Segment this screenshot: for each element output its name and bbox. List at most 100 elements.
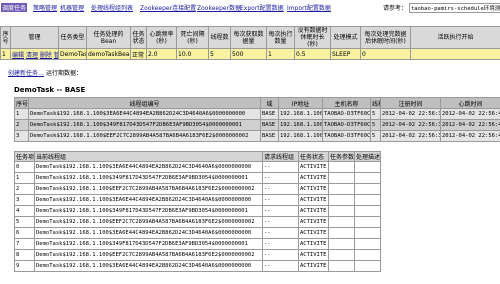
cell: DemoTask$192.168.1.100$EEF2C7C2899AB4A58… [34, 183, 263, 195]
cell: ACTIVITE [298, 172, 329, 184]
nav-item-strategy[interactable]: 策略管理 [33, 3, 57, 12]
table-row[interactable]: 4 DemoTask$192.168.1.100$349F817D43D547F2… [14, 205, 381, 217]
cell [354, 249, 381, 261]
cell: ACTIVITE [298, 216, 329, 228]
nav-item-zk-data[interactable]: Zookeeper数据 [197, 3, 241, 12]
cell: 192.168.1.100 [278, 108, 323, 120]
col-header: 任务状态 [130, 26, 147, 49]
bean-name: demoTaskBean [86, 48, 131, 60]
table-row[interactable]: 9 DemoTask$192.168.1.100$3EA6E44C4894EA2B… [14, 260, 381, 272]
table-row[interactable]: 2 DemoTask$192.168.1.100$349F817D43D547F… [14, 119, 500, 131]
cell: -- [262, 249, 299, 261]
col-header: 心跳时间 [440, 97, 500, 109]
create-task-link[interactable]: 创建新任务… [8, 70, 44, 77]
delete-link[interactable]: 删除 [40, 52, 52, 59]
cell [354, 216, 381, 228]
strategy-header-row: 序号 管理 任务类型 任务处理的Bean 任务状态 心跳频率(秒) 死亡间隔(秒… [0, 26, 500, 49]
col-header: 任务项 [14, 151, 35, 162]
active-start [410, 48, 500, 60]
col-header: 任务状态 [298, 151, 329, 162]
cell [328, 161, 355, 173]
cell [354, 205, 381, 217]
col-header: 活跃执行开始 [410, 26, 500, 49]
cell: 1 [14, 172, 35, 184]
cell: ACTIVITE [298, 260, 329, 272]
cell: 7 [14, 238, 35, 250]
cell: -- [262, 183, 299, 195]
table-row[interactable]: 5 DemoTask$192.168.1.100$EEF2C7C2899AB4A5… [14, 216, 381, 228]
col-header: IP地址 [278, 97, 323, 109]
cell: 5 [370, 130, 381, 142]
cell: 192.168.1.100 [278, 119, 323, 131]
cell [328, 183, 355, 195]
cell [328, 227, 355, 239]
server-header-row: 序号 线程组编号 域 IP地址 主机名称 线程 注册时间 心跳时间 [14, 97, 500, 109]
table-row[interactable]: 1 DemoTask$192.168.1.100$3EA6E44C4894EA2… [14, 108, 500, 120]
table-row[interactable]: 7 DemoTask$192.168.1.100$349F817D43D547F2… [14, 238, 381, 250]
cell: -- [262, 216, 299, 228]
col-header: 请求线程组 [262, 151, 299, 162]
cell: 5 [370, 108, 381, 120]
nav-item-thread-groups[interactable]: 处理线程组列表 [91, 3, 133, 12]
cell: -- [262, 227, 299, 239]
cell: 3 [14, 130, 29, 142]
cell: 2012-04-02 22:56:48 [440, 130, 500, 142]
env-select[interactable]: taobao-pamirs-schedule环境测试 [408, 3, 500, 13]
cell: DemoTask$192.168.1.100$349F817D43D547F2D… [34, 238, 263, 250]
nav-item-zk-config[interactable]: Zookeeper连接配置 [140, 3, 196, 12]
process-mode: SLEEP [330, 48, 361, 60]
clear-link[interactable]: 清理 [26, 52, 38, 59]
col-header: 线程组编号 [28, 97, 261, 109]
pause-link[interactable]: 暂停 [54, 52, 58, 59]
cell: TAOBAO-D3TF60C [322, 119, 371, 131]
add-task-row: 创建新任务… 运行期数据： [8, 68, 82, 77]
cell [354, 227, 381, 239]
table-row[interactable]: 0 DemoTask$192.168.1.100$3EA6E44C4894EA2B… [14, 161, 381, 173]
strategy-table: 序号 管理 任务类型 任务处理的Bean 任务状态 心跳频率(秒) 死亡间隔(秒… [0, 26, 500, 60]
cell [354, 238, 381, 250]
cell: BASE [260, 130, 279, 142]
cell [354, 161, 381, 173]
cell [354, 260, 381, 272]
death-interval: 10.0 [176, 48, 209, 60]
section-title: DemoTask -- BASE [14, 86, 86, 94]
task-header-row: 任务项 当前线程组 请求线程组 任务状态 任务参数 处理描述 [14, 151, 381, 162]
cell: 2012-04-02 22:56:38.0 [380, 130, 441, 142]
table-row[interactable]: 6 DemoTask$192.168.1.100$3EA6E44C4894EA2B… [14, 227, 381, 239]
table-row[interactable]: 3 DemoTask$192.168.1.100$3EA6E44C4894EA2B… [14, 194, 381, 206]
cell: 8 [14, 249, 35, 261]
cell: DemoTask$192.168.1.100$349F817D43D547F2D… [28, 119, 261, 131]
col-header: 死亡间隔(秒) [176, 26, 209, 49]
cell: 2 [14, 183, 35, 195]
cell: 1 [14, 108, 29, 120]
thread-group-table: 序号 线程组编号 域 IP地址 主机名称 线程 注册时间 心跳时间 1 Demo… [14, 97, 500, 142]
nav-item-schedule-tasks[interactable]: 调度任务 [1, 3, 28, 12]
col-header: 注册时间 [380, 97, 441, 109]
table-row[interactable]: 8 DemoTask$192.168.1.100$EEF2C7C2899AB4A5… [14, 249, 381, 261]
col-header: 处理描述 [354, 151, 381, 162]
cell: 2012-04-02 22:56:38.0 [380, 108, 441, 120]
cell: 9 [14, 260, 35, 272]
col-header: 处理模式 [330, 26, 361, 49]
nav-item-machines[interactable]: 机器管理 [60, 3, 84, 12]
edit-link[interactable]: 编辑 [12, 52, 24, 59]
cell: DemoTask$192.168.1.100$3EA6E44C4894EA2B8… [34, 260, 263, 272]
nav-item-import[interactable]: Import配置数据 [287, 3, 331, 12]
nav-item-export[interactable]: Export配置数据 [240, 3, 284, 12]
col-header: 管理 [10, 26, 59, 49]
cell: ACTIVITE [298, 238, 329, 250]
sleep-after: 0 [360, 48, 411, 60]
table-row[interactable]: 3 DemoTask$192.168.1.100$EEF2C7C2899AB4A… [14, 130, 500, 142]
col-header: 任务处理的Bean [86, 26, 131, 49]
cell [328, 249, 355, 261]
cell: BASE [260, 108, 279, 120]
exec-count: 1 [266, 48, 295, 60]
table-row[interactable]: 1 DemoTask$192.168.1.100$349F817D43D547F2… [14, 172, 381, 184]
table-row[interactable]: 2 DemoTask$192.168.1.100$EEF2C7C2899AB4A5… [14, 183, 381, 195]
cell [328, 205, 355, 217]
col-header: 任务类型 [58, 26, 87, 49]
cell [354, 194, 381, 206]
runtime-data-label: 运行期数据： [45, 70, 82, 77]
cell: ACTIVITE [298, 183, 329, 195]
cell: 2012-04-02 22:56:48 [440, 108, 500, 120]
